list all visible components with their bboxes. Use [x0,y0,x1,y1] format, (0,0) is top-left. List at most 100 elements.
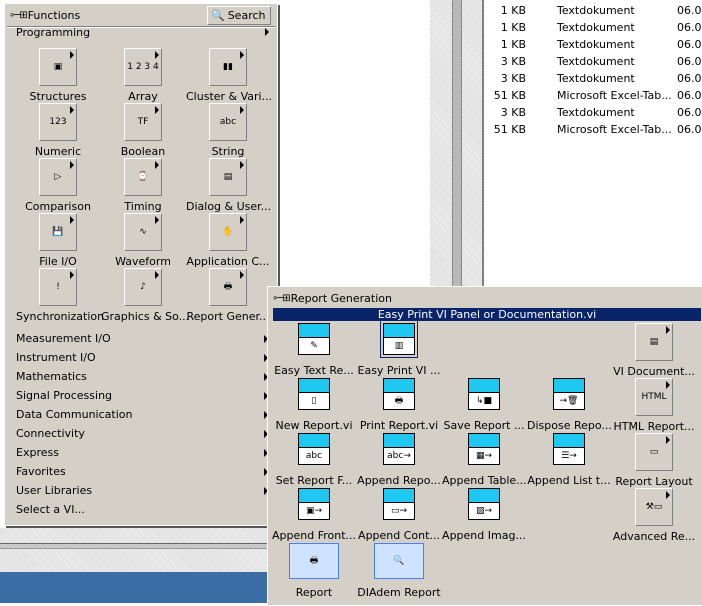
traffic-light-icon: ! [39,268,77,306]
palette-item[interactable]: ▯ New Report.vi [272,378,356,432]
file-date: 06.0 [677,123,702,136]
category-item[interactable]: Express [16,446,59,459]
horizontal-scrollbar[interactable] [0,543,280,549]
file-size: 51 KB [493,123,526,136]
category-item[interactable]: Mathematics [16,370,87,383]
item-label: Report Layout [615,475,693,488]
palette-item[interactable]: ✋ Application C... [186,213,270,268]
palette-item[interactable]: ▣ Structures [16,48,100,103]
file-row[interactable]: 1 KB Textdokument 06.0 [484,4,702,21]
diadem-icon: 🔍 [374,543,424,579]
palette-item[interactable]: ☰→ Append List t... [527,433,611,487]
category-item[interactable]: Data Communication [16,408,132,421]
palette-item[interactable]: ▭→ Append Cont... [357,488,441,542]
palette-item[interactable]: 🖶 Report Gener... [186,268,270,323]
palette-item[interactable]: abc String [186,103,270,158]
palette-titlebar[interactable]: ∘─⊞ Functions [9,6,80,24]
category-item[interactable]: Signal Processing [16,389,112,402]
file-size: 3 KB [500,106,526,119]
item-label: Boolean [120,145,166,158]
category-item[interactable]: Favorites [16,465,66,478]
file-date: 06.0 [677,72,702,85]
palette-item[interactable]: ▦→ Append Table... [442,433,527,487]
file-row[interactable]: 3 KB Textdokument 06.0 [484,72,702,89]
palette-item[interactable]: ! Synchronization [16,268,104,323]
item-label: Easy Text Re... [274,364,354,377]
palette-item[interactable]: ↳■ Save Report ... [442,378,526,432]
category-item[interactable]: Connectivity [16,427,85,440]
search-button[interactable]: 🔍 Search [207,6,271,25]
item-label: HTML Report... [613,420,695,433]
floppy-icon: 💾 [39,213,77,251]
category-item[interactable]: Measurement I/O [16,332,111,345]
palette-item[interactable]: ⌚ Timing [101,158,185,213]
file-row[interactable]: 51 KB Microsoft Excel-Tab... 06.0 [484,89,702,106]
numeric-icon: 123 [39,103,77,141]
save-report-icon: ↳■ [468,378,500,410]
item-label: Graphics & So... [101,310,190,323]
file-type: Microsoft Excel-Tab... [557,123,672,136]
section-programming[interactable]: Programming [16,26,90,39]
palette-item[interactable]: 🖶 Print Report.vi [357,378,441,432]
file-size: 1 KB [500,21,526,34]
dialog-icon: ▤ [209,158,247,196]
palette-item[interactable]: ✎ Easy Text Re... [272,323,356,377]
category-item[interactable]: Instrument I/O [16,351,96,364]
palette-item[interactable]: 1 2 3 4 Array [101,48,185,103]
file-row[interactable]: 51 KB Microsoft Excel-Tab... 06.0 [484,123,702,140]
palette-item[interactable]: 🖶 Report [272,543,356,599]
item-label: Easy Print VI ... [357,364,441,377]
new-report-icon: ▯ [298,378,330,410]
palette-item[interactable]: ▭ Report Layout [612,433,696,488]
palette-item[interactable]: abc→ Append Repo... [357,433,441,487]
palette-titlebar[interactable]: ∘─⊞ Report Generation [272,289,392,307]
palette-item[interactable]: ▷ Comparison [16,158,100,213]
palette-item[interactable]: ▨→ Append Imag... [442,488,526,542]
array-icon: 1 2 3 4 [124,48,162,86]
palette-item[interactable]: ⚒▭ Advanced Re... [612,488,696,543]
pin-icon[interactable]: ∘─⊞ [9,10,28,21]
item-label: Append Cont... [358,529,440,542]
item-label: Append Imag... [442,529,526,542]
palette-item[interactable]: TF Boolean [101,103,185,158]
palette-item[interactable]: →🗑 Dispose Repo... [527,378,612,432]
palette-item[interactable]: abc Set Report F... [272,433,356,487]
palette-item[interactable]: ▮▮ Cluster & Vari... [186,48,272,103]
item-label: String [211,145,245,158]
palette-item[interactable]: ♪ Graphics & So... [101,268,190,323]
category-item[interactable]: User Libraries [16,484,92,497]
file-list: 1 KB Textdokument 06.0 1 KB Textdokument 06.0… [482,0,702,290]
pen-icon: ✎ [298,323,330,355]
print-report-icon: 🖶 [383,378,415,410]
palette-item[interactable]: ∿ Waveform [101,213,185,268]
html-icon: HTML [635,378,673,416]
palette-item[interactable]: 🔍 DIAdem Report [357,543,441,599]
palette-item[interactable]: ▥ Easy Print VI ... [357,320,441,377]
append-image-icon: ▨→ [468,488,500,520]
file-row[interactable]: 1 KB Textdokument 06.0 [484,21,702,38]
append-front-panel-icon: ▣→ [298,488,330,520]
item-label: Numeric [34,145,82,158]
palette-item[interactable]: 💾 File I/O [16,213,100,268]
printer-icon: 🖶 [289,543,339,579]
set-font-icon: abc [298,433,330,465]
splitter-bar[interactable] [452,0,462,290]
category-item[interactable]: Select a VI... [16,503,85,516]
palette-item[interactable]: HTML HTML Report... [612,378,696,433]
file-date: 06.0 [677,38,702,51]
append-table-icon: ▦→ [468,433,500,465]
palette-item[interactable]: ▤ Dialog & User... [186,158,271,213]
palette-item[interactable]: ▣→ Append Front... [272,488,356,542]
file-type: Textdokument [557,4,635,17]
waveform-icon: ∿ [124,213,162,251]
palette-item[interactable]: 123 Numeric [16,103,100,158]
palette-item[interactable]: ▤ VI Document... [612,323,696,378]
item-label: File I/O [39,255,77,268]
item-label: Advanced Re... [612,530,696,543]
file-row[interactable]: 3 KB Textdokument 06.0 [484,55,702,72]
pin-icon[interactable]: ∘─⊞ [272,293,291,304]
file-type: Textdokument [557,72,635,85]
item-label: Dispose Repo... [527,419,612,432]
file-row[interactable]: 3 KB Textdokument 06.0 [484,106,702,123]
file-row[interactable]: 1 KB Textdokument 06.0 [484,38,702,55]
